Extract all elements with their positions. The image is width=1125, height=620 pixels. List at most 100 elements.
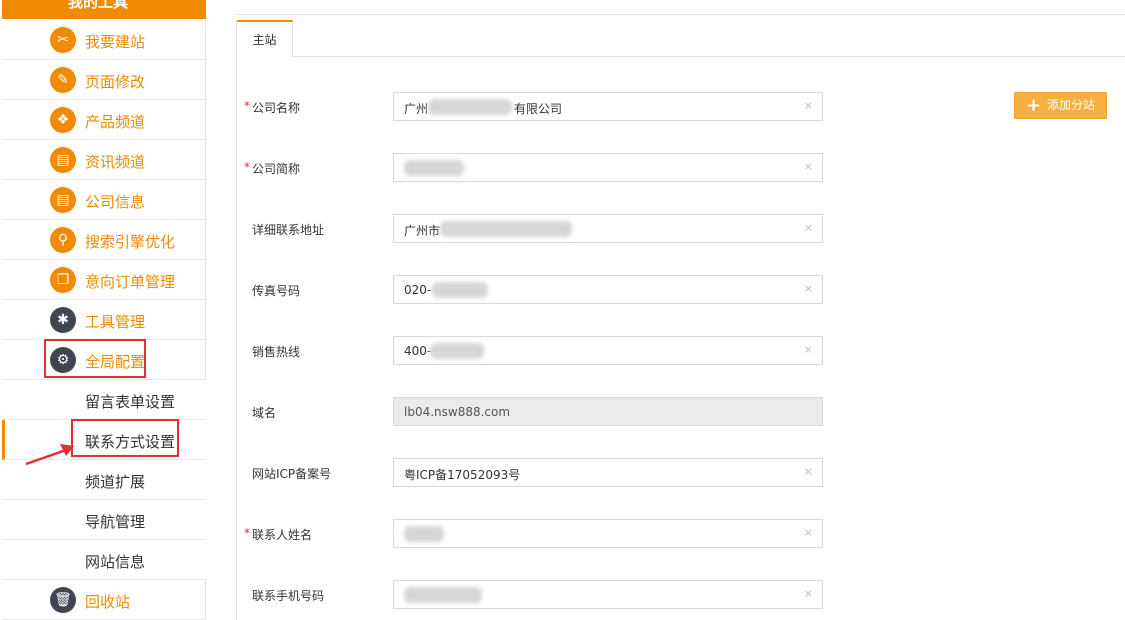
- sidebar-subitem-label: 导航管理: [85, 513, 146, 531]
- field-label: 详细联系地址: [252, 223, 325, 237]
- form-row-sales-hotline: 销售热线 400- ×: [237, 336, 1125, 366]
- sales-hotline-input[interactable]: 400- ×: [393, 336, 823, 365]
- search-icon: ⚲: [50, 227, 76, 253]
- sidebar: 我的工具 ✂ 我要建站 ✎ 页面修改 ❖ 产品频道 ▤ 资讯频道 ▤ 公司信息 …: [2, 0, 206, 620]
- pointer-arrow-icon: [25, 444, 74, 466]
- address-input[interactable]: 广州市 ×: [393, 214, 823, 243]
- sidebar-item-seo[interactable]: ⚲ 搜索引擎优化: [2, 220, 206, 260]
- main-content: 主站 + 添加分站 * 公司名称 广州 有限公司 × * 公司简称 × 详细联系…: [236, 0, 1125, 620]
- required-mark: *: [244, 99, 250, 113]
- sidebar-header: 我的工具: [2, 0, 206, 19]
- clear-icon[interactable]: ×: [804, 526, 813, 539]
- clear-icon[interactable]: ×: [804, 465, 813, 478]
- field-label: 销售热线: [252, 345, 301, 359]
- news-icon: ▤: [50, 147, 76, 173]
- required-mark: *: [244, 160, 250, 174]
- field-label: 公司名称: [252, 101, 301, 115]
- field-label: 域名: [252, 406, 277, 420]
- field-value-prefix: 广州市: [404, 224, 441, 238]
- clear-icon[interactable]: ×: [804, 282, 813, 295]
- sidebar-subitem-message-form[interactable]: 留言表单设置: [2, 380, 206, 420]
- sidebar-subitem-site-info[interactable]: 网站信息: [2, 540, 206, 580]
- company-name-input[interactable]: 广州 有限公司 ×: [393, 92, 823, 121]
- divider: [236, 14, 1125, 15]
- company-short-name-input[interactable]: ×: [393, 153, 823, 182]
- field-value-suffix: 有限公司: [514, 102, 563, 116]
- form-row-company-name: * 公司名称 广州 有限公司 ×: [237, 92, 1125, 122]
- field-label: 联系手机号码: [252, 589, 325, 603]
- form-row-contact-name: * 联系人姓名 ×: [237, 519, 1125, 549]
- tools-icon: ✂: [50, 27, 76, 53]
- sidebar-item-label: 页面修改: [85, 73, 146, 91]
- sidebar-item-products[interactable]: ❖ 产品频道: [2, 100, 206, 140]
- redacted-blur: [430, 343, 484, 359]
- sidebar-item-tools[interactable]: ✱ 工具管理: [2, 300, 206, 340]
- trash-icon: 🗑: [50, 587, 76, 613]
- icp-input[interactable]: 粤ICP备17052093号 ×: [393, 458, 823, 487]
- contact-name-input[interactable]: ×: [393, 519, 823, 548]
- sidebar-subitem-label: 网站信息: [85, 553, 146, 571]
- pencil-icon: ✎: [50, 67, 76, 93]
- sidebar-item-label: 公司信息: [85, 193, 146, 211]
- sidebar-subitem-label: 留言表单设置: [85, 393, 176, 411]
- redacted-blur: [404, 587, 482, 603]
- form-row-icp: 网站ICP备案号 粤ICP备17052093号 ×: [237, 458, 1125, 488]
- sidebar-item-label: 资讯频道: [85, 153, 146, 171]
- document-icon: ▤: [50, 187, 76, 213]
- sidebar-item-label: 全局配置: [85, 353, 146, 371]
- field-value: 粤ICP备17052093号: [404, 468, 521, 482]
- clear-icon[interactable]: ×: [804, 99, 813, 112]
- redacted-blur: [432, 282, 488, 298]
- box-icon: ❖: [50, 107, 76, 133]
- redacted-blur: [404, 526, 444, 542]
- form-row-address: 详细联系地址 广州市 ×: [237, 214, 1125, 244]
- sidebar-item-orders[interactable]: ❐ 意向订单管理: [2, 260, 206, 300]
- form-row-fax: 传真号码 020- ×: [237, 275, 1125, 305]
- field-value-prefix: 400-: [404, 344, 432, 358]
- field-value-prefix: 广州: [404, 102, 429, 116]
- sidebar-subitem-navigation[interactable]: 导航管理: [2, 500, 206, 540]
- sidebar-item-company-info[interactable]: ▤ 公司信息: [2, 180, 206, 220]
- sidebar-item-label: 意向订单管理: [85, 273, 176, 291]
- domain-input: lb04.nsw888.com: [393, 397, 823, 426]
- clear-icon[interactable]: ×: [804, 343, 813, 356]
- sidebar-item-label: 回收站: [85, 593, 131, 611]
- required-mark: *: [244, 526, 250, 540]
- form-panel: 主站 + 添加分站 * 公司名称 广州 有限公司 × * 公司简称 × 详细联系…: [236, 20, 1125, 620]
- sidebar-item-news[interactable]: ▤ 资讯频道: [2, 140, 206, 180]
- field-label: 传真号码: [252, 284, 301, 298]
- sidebar-item-label: 我要建站: [85, 33, 146, 51]
- sidebar-item-recycle-bin[interactable]: 🗑 回收站: [2, 580, 206, 620]
- sidebar-subitem-label: 频道扩展: [85, 473, 146, 491]
- field-value-prefix: 020-: [404, 283, 432, 297]
- copy-icon: ❐: [50, 267, 76, 293]
- redacted-blur: [440, 221, 572, 237]
- sidebar-item-global-config[interactable]: ⚙ 全局配置: [2, 340, 206, 380]
- redacted-blur: [404, 160, 464, 176]
- gear-icon: ⚙: [50, 347, 76, 373]
- sidebar-item-label: 产品频道: [85, 113, 146, 131]
- form-row-domain: 域名 lb04.nsw888.com: [237, 397, 1125, 427]
- field-label: 网站ICP备案号: [252, 467, 332, 481]
- clear-icon[interactable]: ×: [804, 160, 813, 173]
- tabs-bar: 主站: [237, 20, 1125, 57]
- field-label: 公司简称: [252, 162, 301, 176]
- redacted-blur: [428, 99, 512, 115]
- wrench-icon: ✱: [50, 307, 76, 333]
- mobile-input[interactable]: ×: [393, 580, 823, 609]
- clear-icon[interactable]: ×: [804, 221, 813, 234]
- field-value: lb04.nsw888.com: [404, 405, 511, 419]
- sidebar-item-label: 搜索引擎优化: [85, 233, 176, 251]
- sidebar-item-build-site[interactable]: ✂ 我要建站: [2, 20, 206, 60]
- form-row-company-short-name: * 公司简称 ×: [237, 153, 1125, 183]
- sidebar-header-label: 我的工具: [68, 0, 129, 11]
- page: 我的工具 ✂ 我要建站 ✎ 页面修改 ❖ 产品频道 ▤ 资讯频道 ▤ 公司信息 …: [0, 0, 1125, 620]
- field-label: 联系人姓名: [252, 528, 313, 542]
- form-row-mobile: 联系手机号码 ×: [237, 580, 1125, 610]
- tab-main-site[interactable]: 主站: [237, 20, 293, 57]
- sidebar-item-label: 工具管理: [85, 313, 146, 331]
- sidebar-item-page-edit[interactable]: ✎ 页面修改: [2, 60, 206, 100]
- sidebar-subitem-label: 联系方式设置: [85, 433, 176, 451]
- clear-icon[interactable]: ×: [804, 587, 813, 600]
- fax-input[interactable]: 020- ×: [393, 275, 823, 304]
